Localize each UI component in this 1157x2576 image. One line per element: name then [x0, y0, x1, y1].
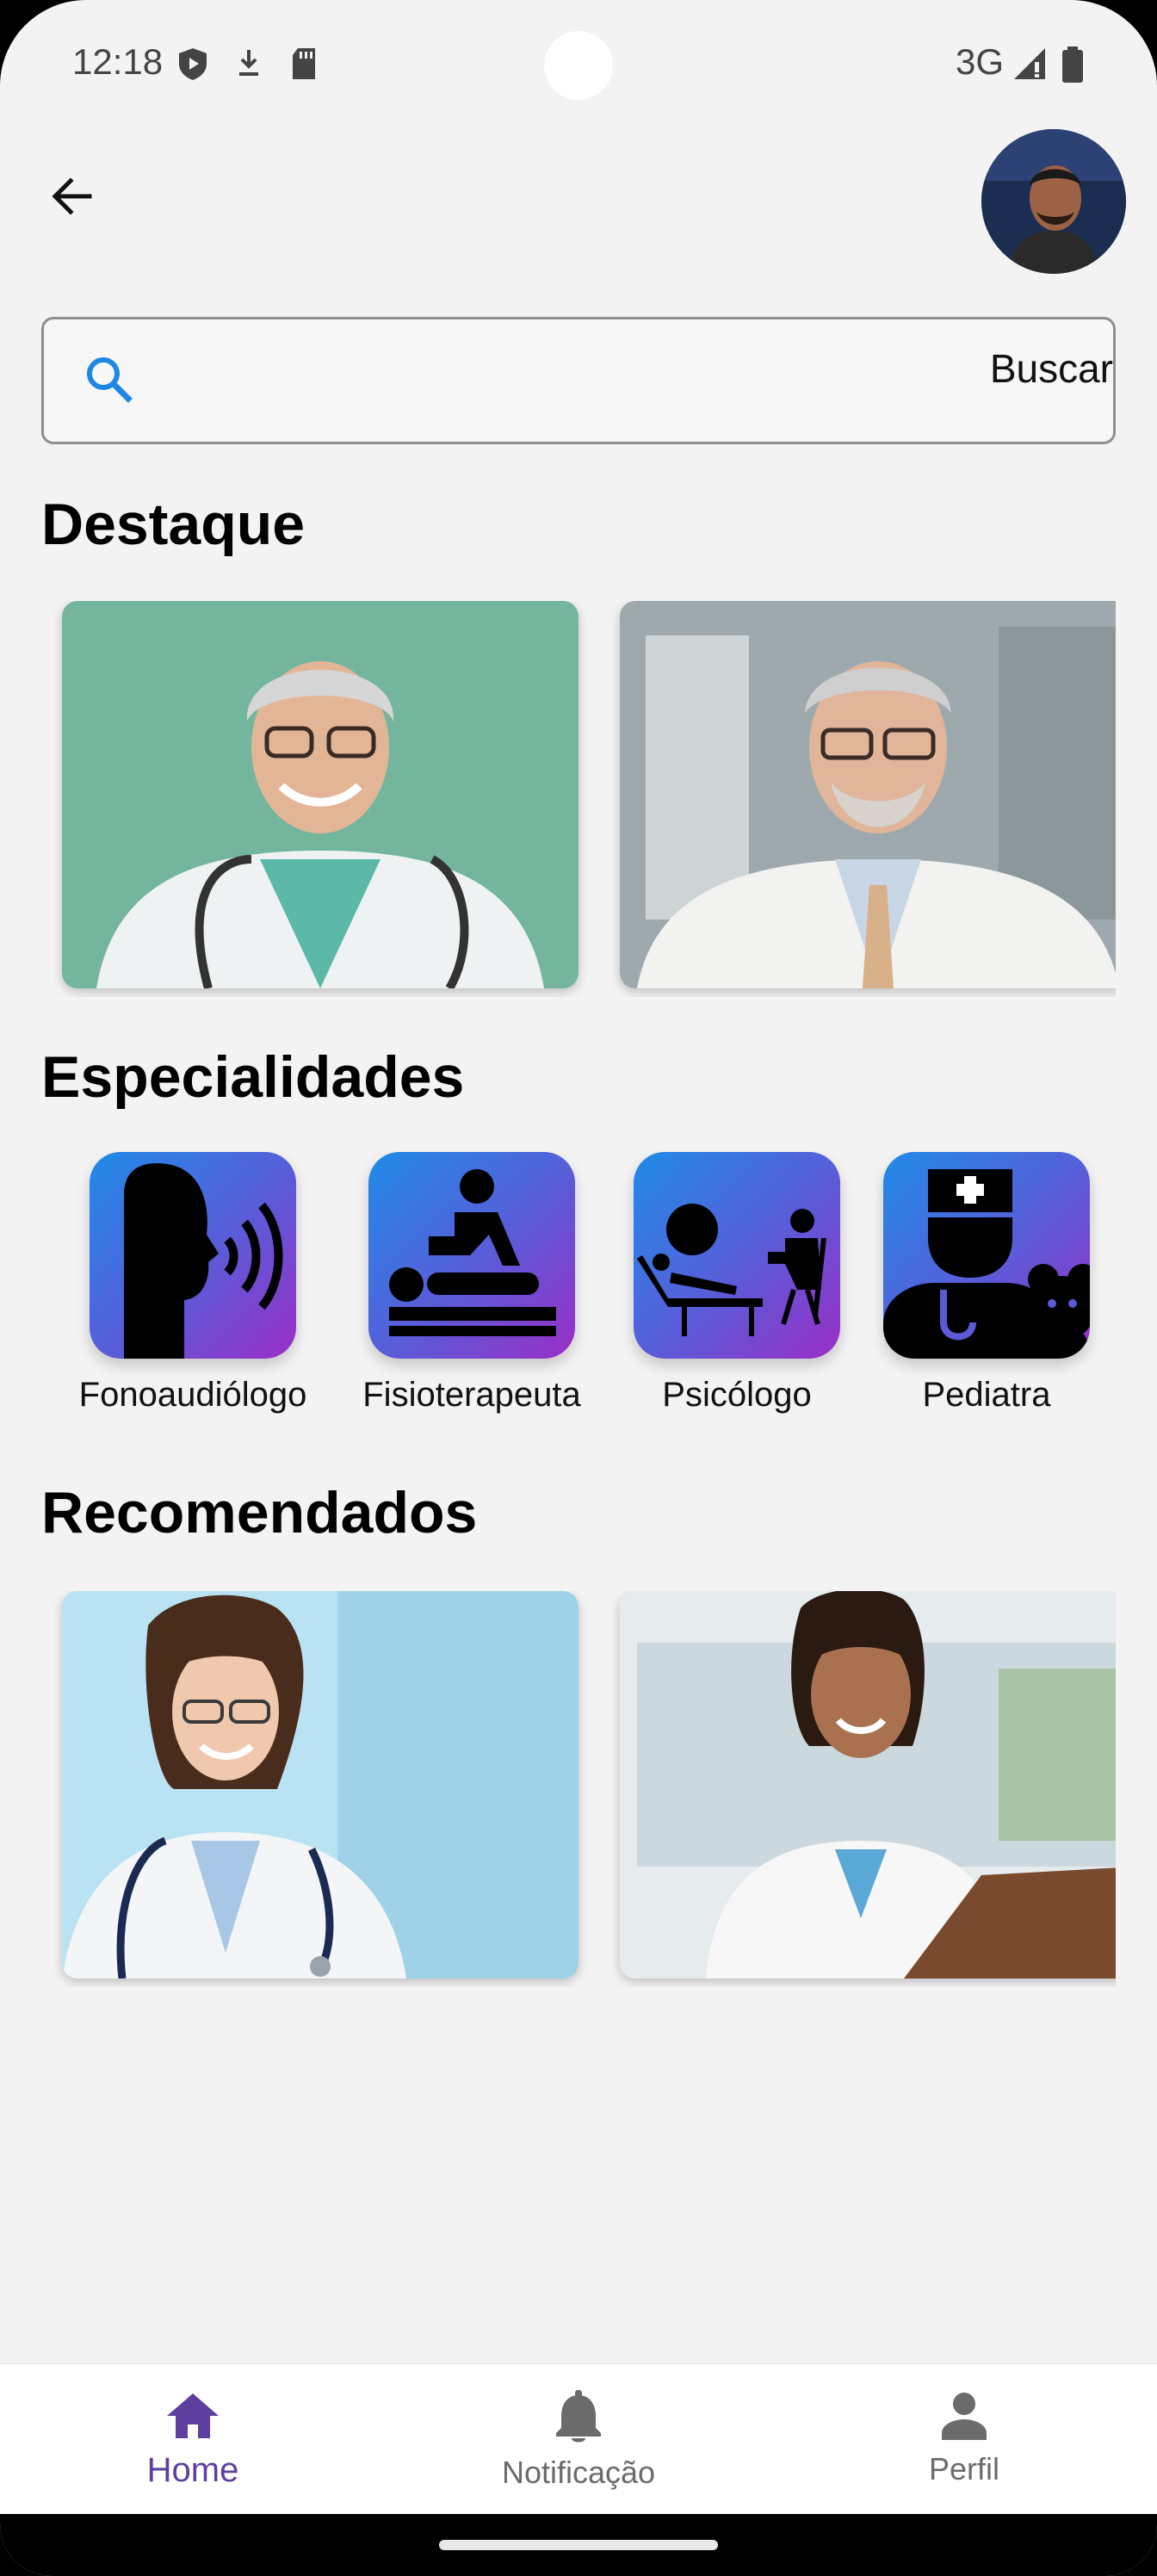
user-avatar[interactable] — [981, 129, 1126, 274]
doctor-photo-3 — [62, 1591, 578, 1978]
featured-carousel[interactable] — [41, 601, 1116, 997]
gesture-navigation-bar — [0, 2514, 1157, 2576]
massage-icon — [368, 1152, 575, 1359]
bottom-navigation: Home Notificação Perfil — [0, 2363, 1157, 2514]
nav-notification[interactable]: Notificação — [449, 2390, 708, 2491]
specialty-label: Psicólogo — [662, 1376, 812, 1414]
doctor-photo-1 — [62, 601, 578, 988]
battery-icon — [1061, 46, 1085, 87]
doctor-photo-4 — [620, 1591, 1116, 1978]
specialty-fonoaudiologo[interactable]: Fonoaudiólogo — [64, 1152, 322, 1415]
search-icon — [82, 352, 137, 412]
status-bar: 12:18 3G — [0, 0, 1157, 129]
back-button[interactable] — [41, 167, 103, 229]
sd-card-icon — [289, 46, 319, 85]
featured-card[interactable] — [620, 601, 1116, 988]
recommended-card[interactable] — [620, 1591, 1116, 1978]
nav-label: Notificação — [501, 2455, 656, 2490]
network-type: 3G — [956, 41, 1005, 82]
signal-icon — [1012, 46, 1047, 85]
person-icon — [938, 2393, 990, 2445]
speech-icon — [90, 1152, 296, 1359]
home-gesture-handle[interactable] — [439, 2540, 718, 2550]
psychology-icon — [634, 1152, 840, 1359]
featured-card[interactable] — [62, 601, 578, 988]
specialty-psicologo[interactable]: Psicólogo — [608, 1152, 866, 1415]
nav-label: Home — [146, 2451, 239, 2489]
specialty-label: Pediatra — [922, 1376, 1051, 1414]
specialties-list[interactable]: Fonoaudiólogo Fisioterapeuta Psicólogo P… — [41, 1152, 1116, 1427]
shield-icon — [177, 46, 208, 85]
specialties-section-title: Especialidades — [41, 1044, 465, 1110]
recommended-carousel[interactable] — [41, 1591, 1116, 1987]
status-time: 12:18 — [72, 41, 164, 82]
nav-home[interactable]: Home — [64, 2390, 322, 2490]
doctor-photo-2 — [620, 601, 1116, 988]
pediatrician-icon — [883, 1152, 1090, 1359]
nav-label: Perfil — [928, 2451, 1000, 2486]
nav-profile[interactable]: Perfil — [835, 2390, 1093, 2487]
featured-section-title: Destaque — [41, 492, 306, 557]
specialty-fisioterapeuta[interactable]: Fisioterapeuta — [343, 1152, 601, 1415]
arrow-left-icon — [48, 172, 96, 225]
specialty-label: Fonoaudiólogo — [78, 1376, 307, 1414]
front-camera — [544, 31, 613, 100]
bell-icon — [553, 2390, 604, 2449]
home-icon — [165, 2393, 220, 2445]
download-icon — [234, 46, 263, 85]
search-bar[interactable]: Buscar — [41, 317, 1116, 444]
specialty-label: Fisioterapeuta — [362, 1376, 581, 1414]
search-button[interactable]: Buscar — [990, 345, 1113, 392]
recommended-section-title: Recomendados — [41, 1480, 478, 1545]
recommended-card[interactable] — [62, 1591, 578, 1978]
specialty-pediatra[interactable]: Pediatra — [857, 1152, 1116, 1415]
app-screen: 12:18 3G Buscar Destaque Especialidades … — [0, 0, 1157, 2576]
